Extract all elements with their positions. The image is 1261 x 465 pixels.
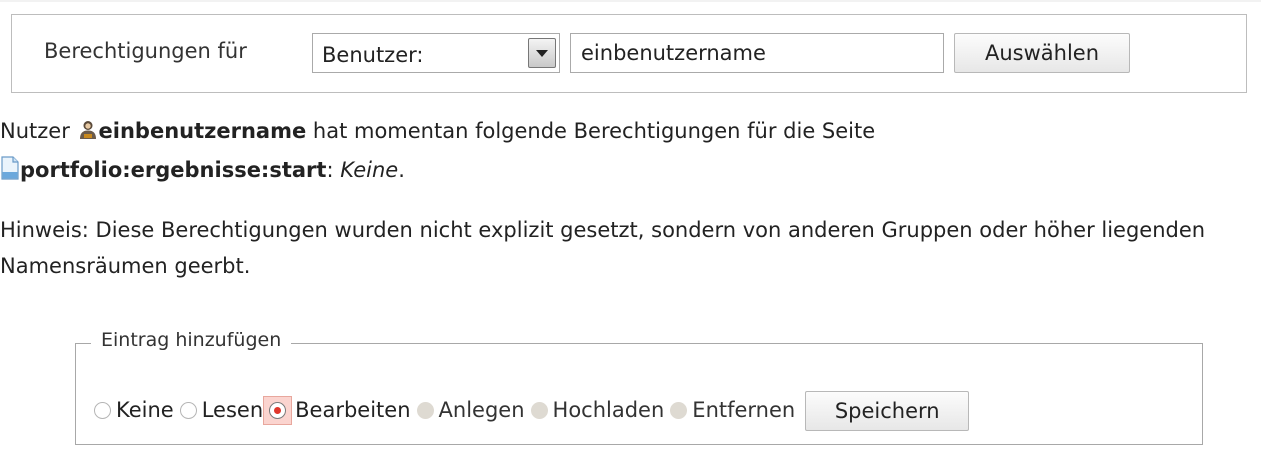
option-lesen[interactable]: Lesen	[179, 398, 264, 422]
option-entfernen: Entfernen	[670, 398, 795, 422]
username-input[interactable]	[570, 33, 944, 73]
hint-text: Hinweis: Diese Berechtigungen wurden nic…	[0, 218, 1206, 278]
option-label: Hochladen	[552, 398, 665, 422]
selector-label: Berechtigungen für	[44, 39, 247, 63]
radio-hochladen	[530, 401, 548, 419]
radio-keine[interactable]	[94, 401, 111, 419]
info-permission: Keine	[340, 158, 399, 182]
radio-entfernen	[670, 401, 688, 419]
user-icon	[77, 116, 99, 152]
option-keine[interactable]: Keine	[94, 398, 174, 422]
type-select[interactable]: Benutzer:	[312, 33, 560, 73]
permission-info: Nutzer einbenutzername hat momentan folg…	[0, 113, 1240, 191]
info-middle: hat momentan folgende Berechtigungen für…	[312, 119, 876, 143]
radio-bearbeiten[interactable]	[269, 401, 287, 419]
info-user: einbenutzername	[98, 119, 307, 143]
info-prefix: Nutzer	[0, 119, 70, 143]
add-entry-legend: Eintrag hinzufügen	[91, 329, 292, 351]
option-label: Lesen	[201, 398, 264, 422]
option-label: Anlegen	[438, 398, 525, 422]
permission-options: Keine Lesen Bearbeiten Anlegen Hochladen…	[94, 389, 970, 431]
option-label: Keine	[116, 398, 174, 422]
dropdown-arrow-icon[interactable]	[528, 38, 556, 68]
info-colon: :	[326, 158, 334, 182]
option-label: Entfernen	[692, 398, 796, 422]
option-hochladen: Hochladen	[530, 398, 665, 422]
radio-highlight	[263, 395, 293, 425]
radio-lesen[interactable]	[179, 401, 197, 419]
select-button[interactable]: Auswählen	[954, 33, 1130, 73]
radio-anlegen	[416, 401, 434, 419]
type-select-value: Benutzer:	[322, 43, 424, 67]
info-period: .	[398, 158, 405, 182]
permission-selector: Berechtigungen für Benutzer: Auswählen	[11, 14, 1247, 93]
option-bearbeiten[interactable]: Bearbeiten	[263, 395, 411, 425]
info-page: portfolio:ergebnisse:start	[20, 158, 327, 182]
page-icon	[0, 155, 20, 191]
save-button[interactable]: Speichern	[805, 391, 970, 431]
option-label: Bearbeiten	[295, 398, 411, 422]
option-anlegen: Anlegen	[416, 398, 525, 422]
add-entry-fieldset: Eintrag hinzufügen Keine Lesen Bearbeite…	[75, 329, 1203, 445]
top-divider	[0, 0, 1261, 2]
